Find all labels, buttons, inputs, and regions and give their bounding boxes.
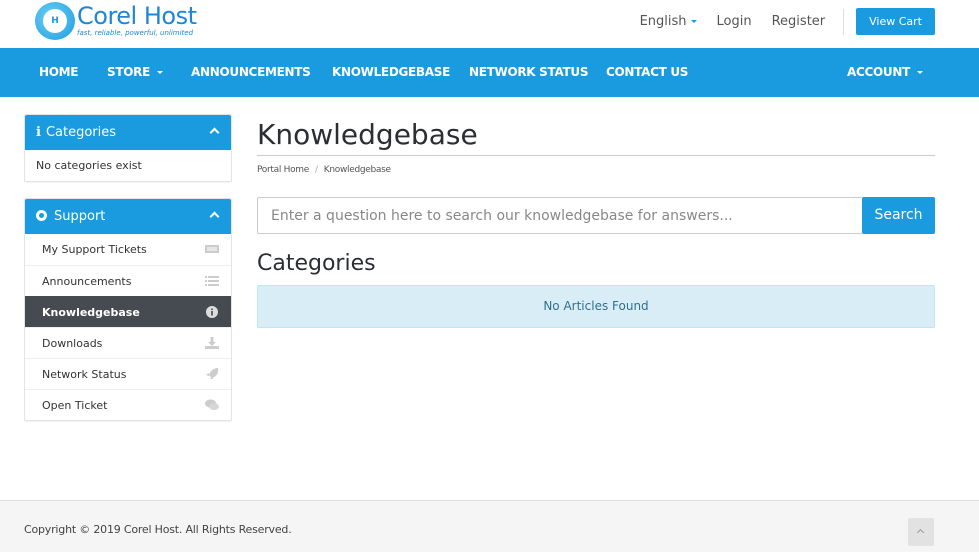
caret-down-icon bbox=[690, 20, 697, 23]
main-nav: HOME STORE ANNOUNCEMENTS KNOWLEDGEBASE N… bbox=[0, 48, 979, 97]
brand-name: Corel Host bbox=[77, 2, 197, 30]
breadcrumb-portal-home[interactable]: Portal Home bbox=[257, 165, 309, 175]
nav-store[interactable]: STORE bbox=[107, 48, 163, 97]
categories-heading: Categories bbox=[257, 251, 376, 276]
sidebar-item-knowledgebase[interactable]: Knowledgebase bbox=[25, 296, 231, 327]
chevron-up-icon[interactable] bbox=[209, 127, 220, 138]
logo[interactable]: H Corel Host fast, reliable, powerful, u… bbox=[35, 2, 197, 40]
kb-search-form: Search bbox=[257, 197, 935, 234]
comments-icon bbox=[205, 399, 219, 410]
back-to-top-button[interactable] bbox=[908, 518, 934, 546]
breadcrumb: Portal Home / Knowledgebase bbox=[257, 165, 391, 175]
sidebar-item-announcements[interactable]: Announcements bbox=[25, 265, 231, 296]
info-icon: i bbox=[36, 125, 41, 140]
chevron-up-icon bbox=[916, 528, 925, 537]
language-dropdown[interactable]: English bbox=[640, 14, 697, 29]
rocket-icon bbox=[206, 368, 219, 379]
nav-network-status[interactable]: NETWORK STATUS bbox=[469, 48, 589, 97]
support-panel-header[interactable]: Support bbox=[25, 199, 231, 234]
nav-home[interactable]: HOME bbox=[39, 48, 78, 97]
footer: Copyright © 2019 Corel Host. All Rights … bbox=[0, 500, 979, 552]
divider bbox=[843, 8, 845, 35]
top-bar: H Corel Host fast, reliable, powerful, u… bbox=[0, 0, 979, 48]
main-content: Knowledgebase Portal Home / Knowledgebase … bbox=[257, 116, 935, 328]
info-circle-icon bbox=[206, 306, 218, 318]
sidebar-support-panel: Support My Support Tickets Announcements… bbox=[24, 198, 232, 421]
nav-announcements[interactable]: ANNOUNCEMENTS bbox=[191, 48, 311, 97]
life-ring-icon bbox=[36, 210, 47, 221]
nav-contact-us[interactable]: CONTACT US bbox=[606, 48, 688, 97]
title-divider bbox=[257, 155, 935, 156]
caret-down-icon bbox=[156, 71, 163, 74]
kb-search-input[interactable] bbox=[257, 197, 862, 234]
no-articles-alert: No Articles Found bbox=[257, 285, 935, 328]
login-link[interactable]: Login bbox=[717, 14, 752, 29]
register-link[interactable]: Register bbox=[772, 14, 826, 29]
brand-tagline: fast, reliable, powerful, unlimited bbox=[77, 29, 194, 37]
categories-panel-header[interactable]: i Categories bbox=[25, 115, 231, 150]
nav-knowledgebase[interactable]: KNOWLEDGEBASE bbox=[332, 48, 450, 97]
sidebar-item-network-status[interactable]: Network Status bbox=[25, 358, 231, 389]
sidebar-item-open-ticket[interactable]: Open Ticket bbox=[25, 389, 231, 420]
caret-down-icon bbox=[916, 71, 923, 74]
breadcrumb-knowledgebase: Knowledgebase bbox=[323, 165, 391, 175]
sidebar-item-my-support-tickets[interactable]: My Support Tickets bbox=[25, 234, 231, 265]
top-links: English Login Register View Cart bbox=[640, 8, 935, 35]
sidebar-categories-panel: i Categories No categories exist bbox=[24, 114, 232, 182]
list-icon bbox=[205, 276, 219, 286]
categories-empty-text: No categories exist bbox=[36, 159, 142, 172]
view-cart-button[interactable]: View Cart bbox=[856, 8, 935, 35]
sidebar-item-downloads[interactable]: Downloads bbox=[25, 327, 231, 358]
chevron-up-icon[interactable] bbox=[209, 211, 220, 222]
search-button[interactable]: Search bbox=[862, 197, 935, 234]
copyright-text: Copyright © 2019 Corel Host. All Rights … bbox=[24, 523, 292, 536]
download-icon bbox=[205, 337, 219, 349]
ticket-icon bbox=[205, 245, 219, 253]
page-title: Knowledgebase bbox=[257, 118, 478, 151]
logo-icon: H bbox=[35, 2, 75, 40]
nav-account[interactable]: ACCOUNT bbox=[847, 48, 923, 97]
